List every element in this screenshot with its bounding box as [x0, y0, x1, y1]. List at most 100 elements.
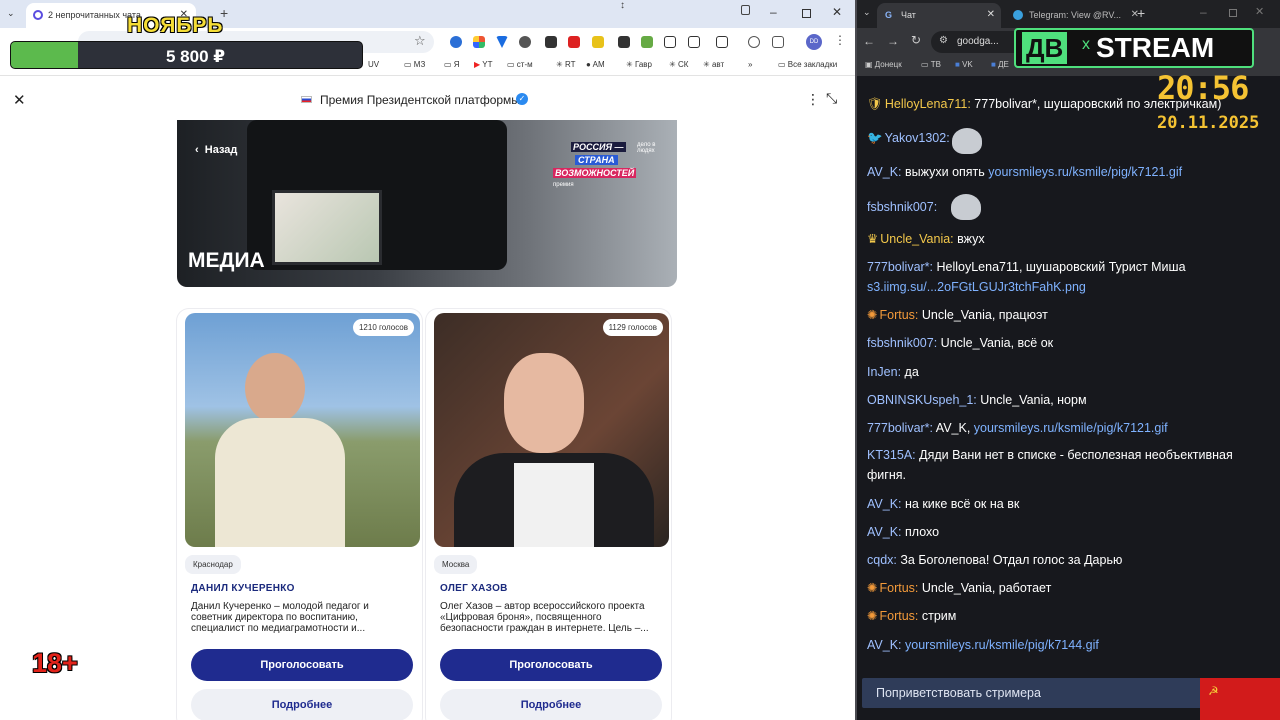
chat-username[interactable]: KT315A: — [867, 448, 916, 462]
chat-username[interactable]: 777bolivar*: — [867, 421, 933, 435]
chat-username[interactable]: InJen: — [867, 365, 901, 379]
new-tab-button[interactable]: + — [1137, 5, 1145, 21]
chat-username[interactable]: Fortus: — [879, 308, 918, 322]
vote-button[interactable]: Проголосовать — [191, 649, 413, 681]
candidate-card[interactable]: 1210 голосов Краснодар ДАНИЛ КУЧЕРЕНКО Д… — [177, 309, 422, 720]
chat-text: Uncle_Vania, всё ок — [937, 336, 1054, 350]
download-icon[interactable] — [772, 36, 784, 48]
bookmark-uv[interactable]: UV — [368, 60, 379, 69]
more-button[interactable]: Подробнее — [191, 689, 413, 720]
tab-favicon-icon — [33, 10, 43, 20]
chat-username[interactable]: Uncle_Vania: — [880, 232, 953, 246]
stream-date: 20.11.2025 — [1157, 113, 1260, 133]
chat-username[interactable]: cqdx: — [867, 553, 897, 567]
minimize-button[interactable]: – — [1200, 5, 1207, 19]
modal-menu-icon[interactable]: ⋮ — [806, 91, 820, 108]
bookmark-am[interactable]: ● AM — [586, 60, 605, 69]
chat-link[interactable]: yoursmileys.ru/ksmile/pig/k7121.gif — [974, 421, 1168, 435]
candidate-card[interactable]: 1129 голосов Москва ОЛЕГ ХАЗОВ Олег Хазо… — [426, 309, 671, 720]
profile-avatar[interactable]: DD — [806, 34, 822, 50]
modal-header: ✕ Премия Президентской платформы ✓ ⋮ ⤡ — [0, 80, 855, 120]
candidate-photo[interactable]: 1210 голосов — [185, 313, 420, 547]
person-head — [504, 353, 584, 453]
bookmark-ya[interactable]: ▭ Я — [444, 60, 460, 69]
vote-button[interactable]: Проголосовать — [440, 649, 662, 681]
candidate-photo[interactable]: 1129 голосов — [434, 313, 669, 547]
hammer-sickle-icon: ☭ — [1208, 684, 1219, 698]
forward-icon[interactable]: → — [887, 34, 899, 48]
chat-message: 777bolivar*: AV_K, yoursmileys.ru/ksmile… — [867, 418, 1267, 438]
chat-username[interactable]: 777bolivar*: — [867, 260, 933, 274]
chat-message: KT315A: Дяди Вани нет в списке - бесполе… — [867, 445, 1267, 485]
chat-message: InJen: да — [867, 362, 1267, 382]
bookmark-yt[interactable]: ▶ YT — [474, 60, 492, 69]
close-modal-icon[interactable]: ✕ — [13, 91, 26, 109]
extension-calendar-icon[interactable] — [618, 36, 630, 48]
minimize-button[interactable]: – — [770, 5, 777, 19]
chat-username[interactable]: fsbshnik007: — [867, 200, 937, 214]
chat-username[interactable]: HelloyLena711: — [885, 97, 971, 111]
browser-menu-icon[interactable]: ⋮ — [834, 33, 846, 47]
bookmark-gavr[interactable]: ✳ Гавр — [626, 60, 652, 69]
close-window-button[interactable]: ✕ — [1255, 5, 1264, 18]
extension-pencil-icon[interactable] — [592, 36, 604, 48]
chat-username[interactable]: AV_K: — [867, 165, 902, 179]
chat-username[interactable]: Fortus: — [879, 581, 918, 595]
extension-s-icon[interactable] — [450, 36, 462, 48]
ussr-flag: ☭ — [1200, 678, 1280, 720]
chat-username[interactable]: AV_K: — [867, 525, 902, 539]
link-icon[interactable] — [748, 36, 760, 48]
extension-cast-icon[interactable] — [688, 36, 700, 48]
bookmark-mz[interactable]: ▭ МЗ — [404, 60, 425, 69]
chat-username[interactable]: OBNINSKUspeh_1: — [867, 393, 977, 407]
chat-username[interactable]: Yakov1302: — [885, 131, 950, 145]
bookmarks-more-icon[interactable]: » — [748, 60, 752, 69]
votes-badge: 1129 голосов — [602, 319, 663, 336]
key-icon[interactable] — [725, 36, 737, 48]
extension-red-icon[interactable] — [568, 36, 580, 48]
back-icon[interactable]: ← — [863, 34, 875, 48]
chat-link[interactable]: s3.iimg.su/...2oFGtLGUJr3tchFahK.png — [867, 280, 1086, 294]
extension-puzzle2-icon[interactable] — [641, 36, 653, 48]
extension-pinwheel-icon[interactable] — [473, 36, 485, 48]
all-bookmarks[interactable]: ▭ Все закладки — [778, 60, 837, 69]
bookmark-sk[interactable]: ✳ СК — [669, 60, 688, 69]
chat-username[interactable]: AV_K: — [867, 497, 902, 511]
back-link[interactable]: ‹ Назад — [195, 144, 237, 156]
maximize-button[interactable] — [1229, 9, 1237, 17]
tab-close-icon[interactable]: ✕ — [987, 9, 995, 20]
close-window-button[interactable]: ✕ — [832, 5, 842, 19]
bookmark-vk[interactable]: ■ VK — [955, 60, 973, 69]
smiley-image — [952, 128, 982, 154]
chat-message: cqdx: За Боголепова! Отдал голос за Дарь… — [867, 550, 1267, 570]
extension-dots-icon[interactable] — [519, 36, 531, 48]
right-browser-window: ⌄ G Чат ✕ Telegram: View @RV... ✕ + – ✕ … — [857, 0, 1280, 720]
collapse-icon[interactable]: ⤡ — [826, 90, 837, 107]
bookmark-avt[interactable]: ✳ авт — [703, 60, 724, 69]
chat-username[interactable]: AV_K: — [867, 638, 902, 652]
bookmark-rt[interactable]: ✳ RT — [556, 60, 575, 69]
maximize-button[interactable] — [802, 9, 811, 18]
bookmark-stm[interactable]: ▭ ст-м — [507, 60, 533, 69]
bookmark-star-icon[interactable]: ☆ — [414, 33, 426, 49]
extension-window-icon[interactable] — [664, 36, 676, 48]
chat-link[interactable]: yoursmileys.ru/ksmile/pig/k7121.gif — [988, 165, 1182, 179]
window-menu-icon[interactable] — [741, 5, 750, 15]
tab-list-chevron-icon[interactable]: ⌄ — [7, 8, 19, 20]
extension-badge-icon[interactable] — [545, 36, 557, 48]
bookmark-donetsk[interactable]: ▣ Донецк — [865, 60, 902, 69]
site-info-icon[interactable]: ⚙ — [939, 35, 948, 46]
tab-list-chevron-icon[interactable]: ⌄ — [863, 7, 871, 18]
chat-message: ♛ Uncle_Vania: вжух — [867, 229, 1267, 249]
reload-icon[interactable]: ↻ — [911, 33, 921, 47]
chat-link[interactable]: yoursmileys.ru/ksmile/pig/k7144.gif — [905, 638, 1099, 652]
more-button[interactable]: Подробнее — [440, 689, 662, 720]
chat-username[interactable]: fsbshnik007: — [867, 336, 937, 350]
extension-v-icon[interactable] — [496, 36, 508, 48]
bookmark-de[interactable]: ■ ДЕ — [991, 60, 1009, 69]
tab-chat[interactable]: G Чат ✕ — [877, 3, 1001, 28]
chat-username[interactable]: Fortus: — [879, 609, 918, 623]
tab-telegram[interactable]: Telegram: View @RV... ✕ — [1009, 3, 1139, 28]
bookmark-tv[interactable]: ▭ ТВ — [921, 60, 941, 69]
brand-line3: ВОЗМОЖНОСТЕЙ — [553, 168, 637, 178]
